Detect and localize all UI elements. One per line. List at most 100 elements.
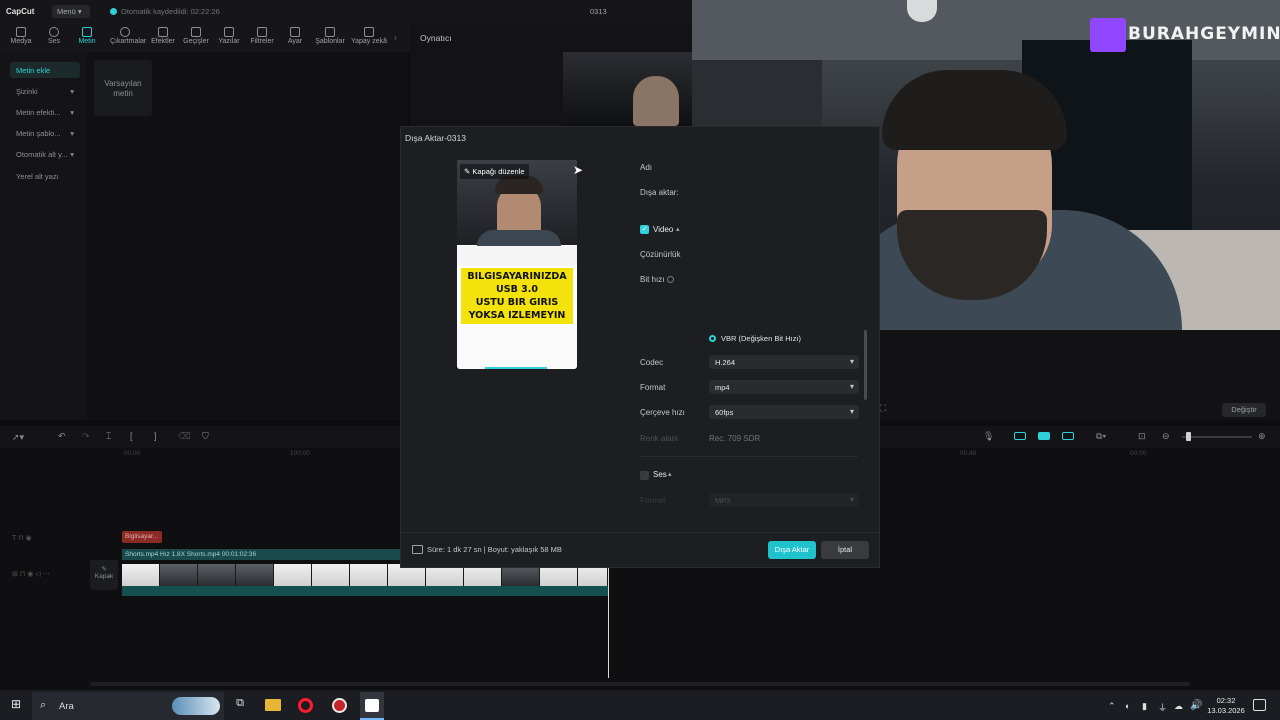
fit-icon[interactable]: ⊡	[1138, 431, 1146, 442]
link-icon[interactable]	[1062, 432, 1074, 440]
text-track-controls[interactable]: T ⊓ ◉	[12, 534, 32, 542]
tool-text[interactable]: Metin	[72, 27, 102, 45]
shield-icon[interactable]: ⛉	[202, 431, 209, 442]
audio-waveform	[122, 586, 608, 596]
category-label: Otomatik alt y...	[16, 150, 68, 159]
video-checkbox[interactable]: ✓	[640, 225, 649, 234]
banner-line: USTU BIR GIRIS	[475, 297, 559, 308]
usb-tray-icon[interactable]: ⏚	[1158, 701, 1167, 714]
trim-left-icon[interactable]: [	[130, 431, 133, 441]
framerate-select[interactable]: 60fps ▾	[709, 405, 859, 419]
select-tool-icon[interactable]: ➚▾	[12, 432, 24, 443]
export-button-label: Dışa Aktar	[774, 545, 810, 554]
preview-axis-icon[interactable]: ⧉▾	[1096, 431, 1106, 442]
zoom-in-icon[interactable]: ⊕	[1258, 431, 1266, 442]
text-clip[interactable]: Biglisayar...	[122, 531, 162, 543]
format-select[interactable]: mp4 ▾	[709, 380, 859, 394]
volume-icon[interactable]: 🔊	[1190, 700, 1202, 711]
tool-stickers[interactable]: Çıkartmalar	[110, 27, 146, 45]
windows-start-icon[interactable]: ⊞	[6, 697, 26, 715]
timeline-tick: 00:00	[1130, 450, 1147, 457]
tool-label: Efektler	[151, 38, 175, 45]
category-auto-captions[interactable]: Otomatik alt y... ▾	[10, 146, 80, 162]
info-icon[interactable]	[667, 276, 674, 283]
format-value: mp4	[715, 383, 730, 392]
tool-filters[interactable]: Filtreler	[247, 27, 277, 45]
tool-media[interactable]: Medya	[6, 27, 36, 45]
tool-effects[interactable]: Efektler	[148, 27, 178, 45]
task-view-icon[interactable]: ⧉	[230, 697, 250, 715]
export-button[interactable]: Dışa Aktar	[768, 541, 816, 559]
onedrive-icon[interactable]: ☁	[1174, 701, 1183, 712]
category-text-effects[interactable]: Metin efekti... ▾	[10, 104, 80, 120]
category-local-captions[interactable]: Yerel alt yazı	[10, 168, 80, 184]
chevron-right-icon[interactable]: ›	[394, 33, 397, 42]
twitch-icon	[1090, 18, 1126, 52]
redo-icon[interactable]: ↷	[82, 431, 90, 442]
timeline-tick: 00:40	[960, 450, 977, 457]
footer-divider	[400, 532, 880, 533]
vbr-label: VBR (Değişken Bit Hızı)	[721, 334, 802, 343]
app-tray-icon[interactable]: ◐	[1125, 701, 1130, 711]
settings-scrollbar[interactable]	[864, 330, 867, 400]
trim-right-icon[interactable]: ]	[154, 431, 157, 441]
tool-audio[interactable]: Ses	[39, 27, 69, 45]
obs-icon[interactable]	[332, 698, 347, 713]
tool-captions[interactable]: Yazılar	[214, 27, 244, 45]
show-hidden-icons[interactable]: ⌃	[1108, 701, 1116, 712]
change-button[interactable]: Değiştir	[1222, 403, 1266, 417]
resolution-label: Çözünürlük	[640, 250, 681, 259]
timeline-tick: 100:00	[290, 450, 310, 457]
sticker-icon	[120, 27, 130, 37]
chevron-up-icon[interactable]: ▴	[668, 470, 672, 478]
thumbnail-webpage	[457, 246, 577, 266]
tool-transitions[interactable]: Geçişler	[181, 27, 211, 45]
menu-button[interactable]: Menü ▾	[52, 5, 90, 18]
cancel-button[interactable]: İptal	[821, 541, 869, 559]
codec-select[interactable]: H.264 ▾	[709, 355, 859, 369]
vbr-radio[interactable]	[709, 335, 716, 342]
dialog-title: Dışa Aktar-0313	[405, 133, 466, 143]
fullscreen-icon[interactable]: ⛶	[880, 403, 886, 414]
category-label: Şizinki	[16, 87, 38, 96]
notification-center-icon[interactable]	[1253, 699, 1266, 711]
delete-icon[interactable]: ⌫	[178, 431, 191, 442]
tool-label: Yapay zekâ	[350, 38, 388, 45]
chevron-up-icon[interactable]: ▴	[676, 225, 680, 233]
cover-button[interactable]: ✎ Kapak	[90, 560, 118, 590]
chevron-down-icon: ▾	[849, 495, 854, 504]
timeline-scrollbar[interactable]	[90, 682, 1190, 686]
undo-icon[interactable]: ↶	[58, 431, 66, 442]
category-label: Metin şablo...	[16, 129, 61, 138]
microphone-icon[interactable]: 🎙	[983, 431, 994, 442]
file-explorer-icon[interactable]	[265, 699, 281, 711]
cancel-button-label: İptal	[837, 545, 853, 554]
category-item[interactable]: Şizinki ▾	[10, 83, 80, 99]
thumbnail-scrubber[interactable]	[485, 367, 547, 369]
zoom-slider[interactable]	[1182, 436, 1252, 438]
tool-adjust[interactable]: Ayar	[280, 27, 310, 45]
cover-thumbnail[interactable]: ✎ Kapağı düzenle BILGISAYARINIZDA USB 3.…	[457, 160, 577, 369]
split-icon[interactable]: ⌶	[106, 431, 111, 442]
network-tray-icon[interactable]: ▮	[1142, 701, 1147, 712]
tool-templates[interactable]: Şablonlar	[313, 27, 347, 45]
auto-snap-icon[interactable]	[1038, 432, 1050, 440]
capcut-taskbar-button[interactable]	[360, 692, 384, 720]
edit-cover-button[interactable]: ✎ Kapağı düzenle	[460, 164, 529, 179]
category-text-templates[interactable]: Metin şablo... ▾	[10, 125, 80, 141]
default-text-card[interactable]: Varsayılan metin	[94, 60, 152, 116]
main-track-magnet-icon[interactable]	[1014, 432, 1026, 440]
audio-checkbox[interactable]	[640, 471, 649, 480]
clock[interactable]: 02:32 13.03.2026	[1205, 696, 1247, 716]
menu-label: Menü	[57, 7, 76, 16]
zoom-slider-thumb[interactable]	[1186, 432, 1191, 441]
audio-section-label: Ses	[653, 470, 667, 479]
main-track-controls[interactable]: ⊞ ⊓ ◉ ◁ ⋯	[12, 570, 50, 578]
taskbar-search-box[interactable]: ⌕ Ara	[32, 692, 224, 720]
audio-icon	[49, 27, 59, 37]
zoom-out-icon[interactable]: ⊖	[1162, 431, 1170, 442]
opera-icon[interactable]	[298, 698, 313, 713]
tool-ai[interactable]: Yapay zekâ	[350, 27, 388, 45]
audio-format-select[interactable]: MP3 ▾	[709, 493, 859, 507]
category-add-text[interactable]: Metin ekle	[10, 62, 80, 78]
